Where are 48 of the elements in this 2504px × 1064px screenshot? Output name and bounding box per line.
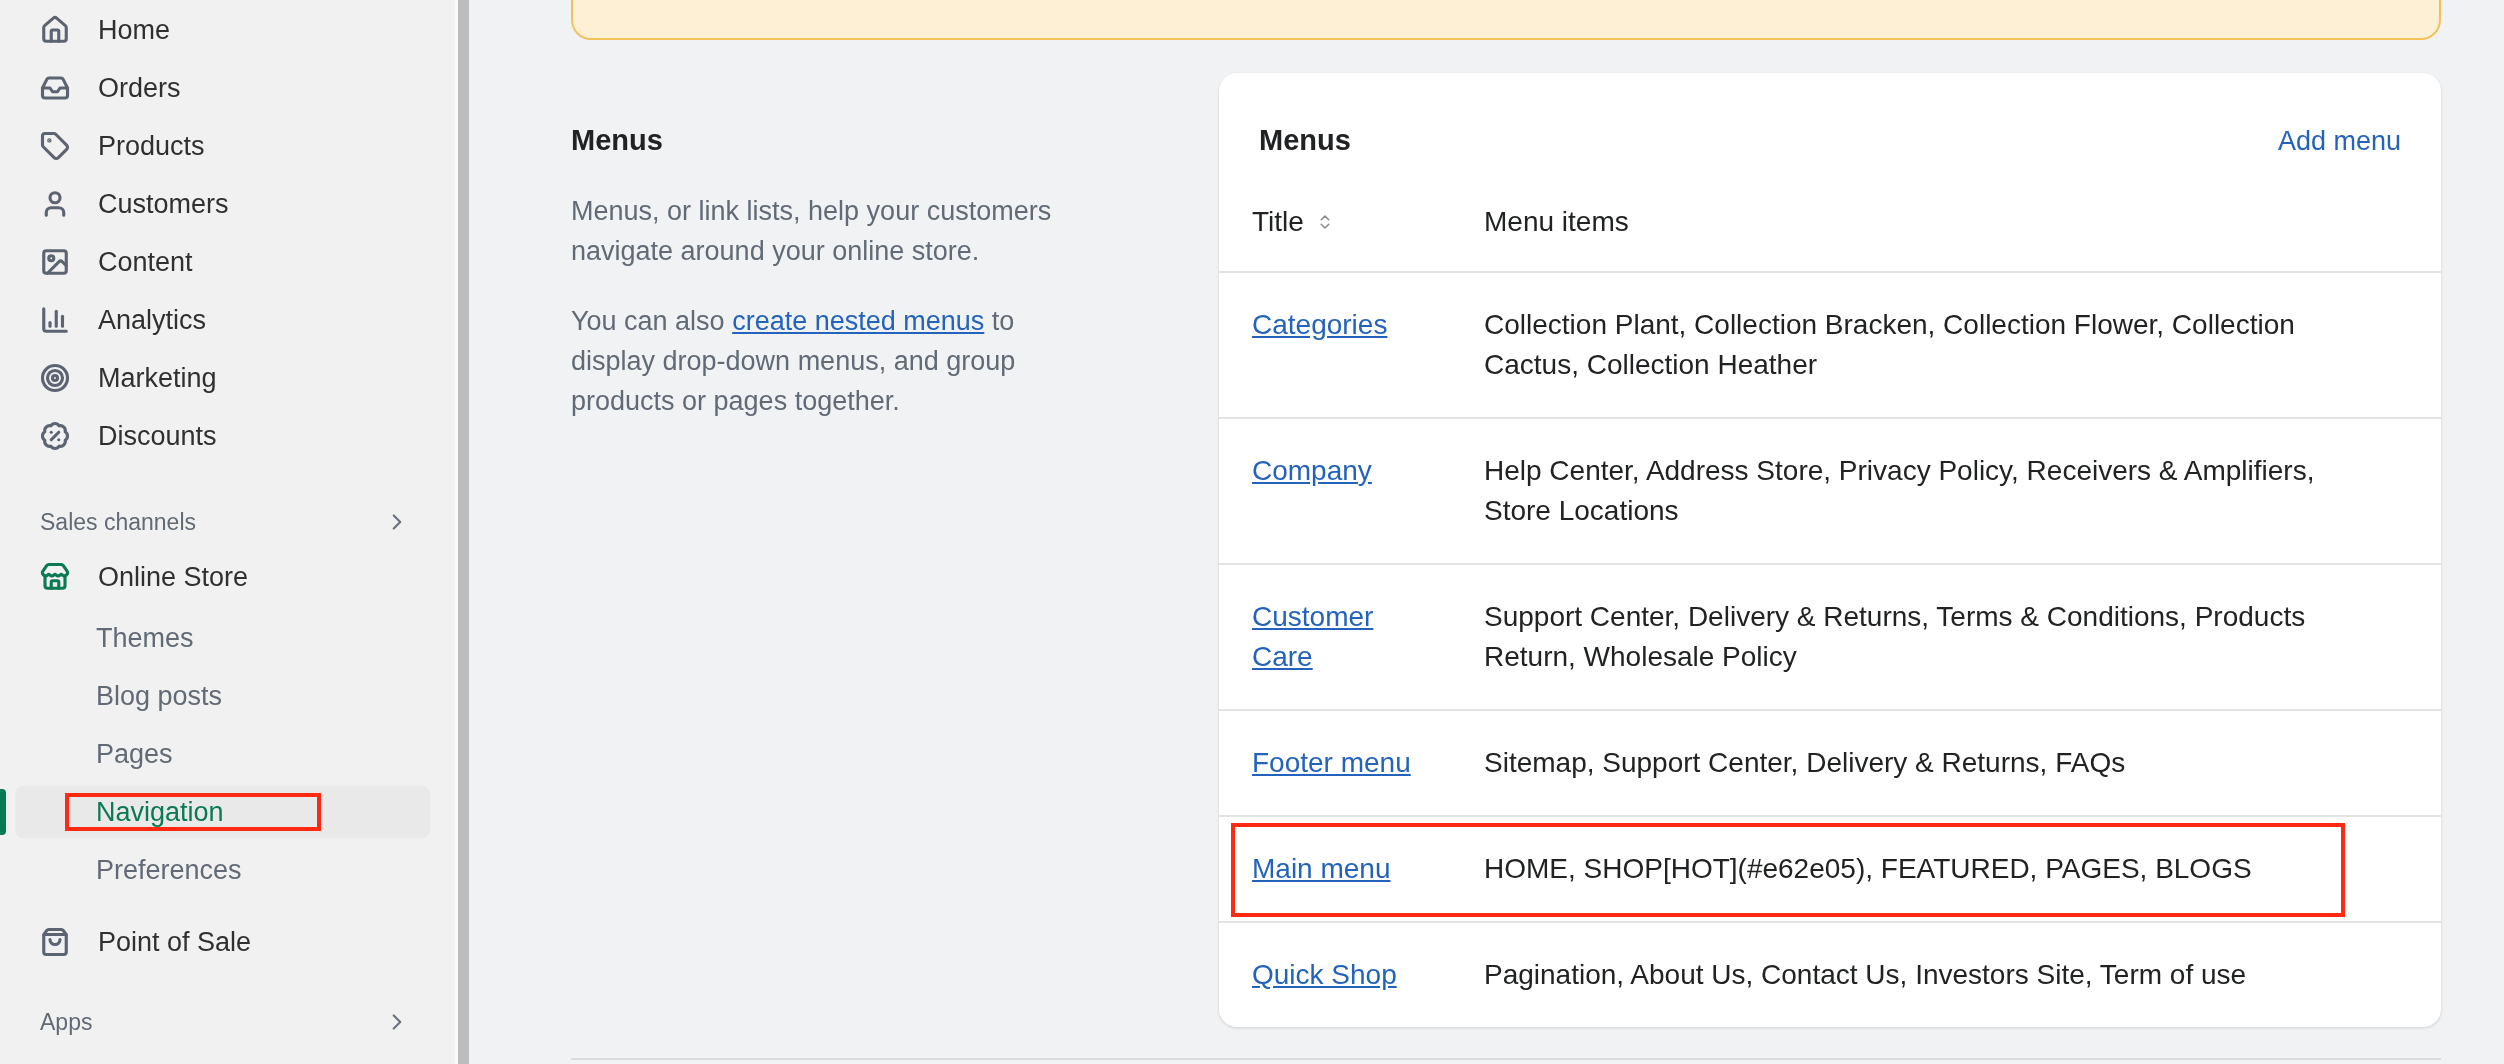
menu-items-text: Collection Plant, Collection Bracken, Collection Flower, Collection Cactus, Collection Heather [1484,307,2296,382]
section-title: Menus [571,123,664,158]
menu-title-link[interactable]: Company [1252,450,1372,491]
section-description: Menus, or link lists, help your customers navigate around your online store. [571,194,1053,268]
scrollbar[interactable] [455,0,469,1064]
section-note: You can also create nested menus to display drop-down menus, and group products or pages together. [571,304,1017,418]
column-header: Menu items [1484,204,1629,239]
menu-items-text: Sitemap, Support Center, Delivery & Returns, FAQs [1484,745,2126,780]
sidebar-subitem[interactable]: Pages [15,728,430,780]
sidebar-item[interactable]: Analytics [15,291,440,349]
menu-title-link[interactable]: Categories [1252,304,1388,345]
section-label: Apps [40,1007,93,1037]
sidebar-item[interactable]: Home [15,1,440,59]
active-indicator [0,789,6,835]
sidebar-item[interactable]: Customers [15,175,440,233]
sidebar-item[interactable]: Marketing [15,349,440,407]
sidebar-subitem[interactable]: Themes [15,612,430,664]
sidebar-subitem[interactable]: Blog posts [15,670,430,722]
sidebar-item[interactable]: Products [15,117,440,175]
card-title: Menus [1259,123,1351,158]
sidebar-item[interactable]: Online Store [0,545,455,609]
nested-menus-link[interactable]: create nested menus [732,305,985,336]
home-icon [40,15,70,45]
menu-title-link[interactable]: Main menu [1252,848,1391,889]
menu-items-text: Pagination, About Us, Contact Us, Investors Site, Term of use [1484,957,2247,992]
sidebar-subitem[interactable]: Preferences [15,844,430,896]
add-menu-link[interactable]: Add menu [2277,120,2401,161]
sidebar-item[interactable]: Content [15,233,440,291]
menu-items-text: HOME, SHOP[HOT](#e62e05), FEATURED, PAGES, BLOGS [1484,851,2252,886]
section-label: Sales channels [40,507,196,537]
menu-items-text: Help Center, Address Store, Privacy Policy, Receivers & Amplifiers, Store Locations [1484,453,2316,528]
store-icon [40,562,70,592]
bar-chart-icon [40,305,70,335]
menu-title-link[interactable]: Footer menu [1252,742,1411,783]
tag-icon [40,131,70,161]
menu-items-text: Support Center, Delivery & Returns, Terms & Conditions, Products Return, Wholesale Policy [1484,599,2307,674]
sidebar-item[interactable]: Point of Sale [0,913,455,971]
column-header[interactable]: Title [1252,200,1304,243]
percent-badge-icon [40,421,70,451]
sidebar-item[interactable]: Orders [15,59,440,117]
sidebar-item[interactable]: Discounts [15,407,440,465]
target-icon [40,363,70,393]
inbox-icon [40,73,70,103]
menu-title-link[interactable]: Quick Shop [1252,954,1397,995]
shopping-bag-icon [40,927,70,957]
image-icon [40,247,70,277]
sidebar-subitem[interactable]: Navigation [15,786,430,838]
menu-title-link[interactable]: Customer Care [1252,596,1424,677]
